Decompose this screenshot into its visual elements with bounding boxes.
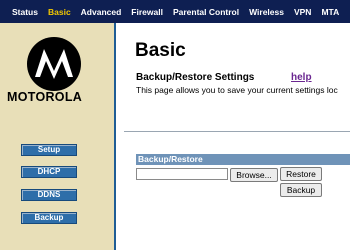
sidebar-item-dhcp[interactable]: DHCP — [21, 166, 77, 178]
divider — [124, 131, 350, 132]
browse-button[interactable]: Browse... — [230, 168, 278, 182]
sidebar-item-setup[interactable]: Setup — [21, 144, 77, 156]
sidebar-item-ddns[interactable]: DDNS — [21, 189, 77, 201]
tab-basic[interactable]: Basic — [48, 7, 71, 17]
sidebar-item-backup[interactable]: Backup — [21, 212, 77, 224]
tab-advanced[interactable]: Advanced — [81, 7, 122, 17]
tab-mta[interactable]: MTA — [321, 7, 339, 17]
restore-button[interactable]: Restore — [280, 167, 322, 181]
tab-vpn[interactable]: VPN — [294, 7, 311, 17]
section-title: Backup/Restore Settings — [136, 72, 255, 83]
tab-firewall[interactable]: Firewall — [131, 7, 163, 17]
page-description: This page allows you to save your curren… — [136, 85, 338, 95]
tab-wireless[interactable]: Wireless — [249, 7, 284, 17]
brand-name: MOTOROLA — [7, 90, 83, 104]
backup-button[interactable]: Backup — [280, 183, 322, 197]
page-title: Basic — [135, 40, 186, 61]
motorola-logo-icon — [27, 37, 81, 91]
panel-header: Backup/Restore — [136, 154, 350, 165]
tab-parental-control[interactable]: Parental Control — [173, 7, 239, 17]
top-navigation: Status Basic Advanced Firewall Parental … — [0, 0, 350, 23]
tab-status[interactable]: Status — [12, 7, 38, 17]
file-path-input[interactable] — [136, 168, 228, 180]
sidebar: MOTOROLA Setup DHCP DDNS Backup — [0, 23, 116, 250]
help-link[interactable]: help — [291, 72, 312, 83]
